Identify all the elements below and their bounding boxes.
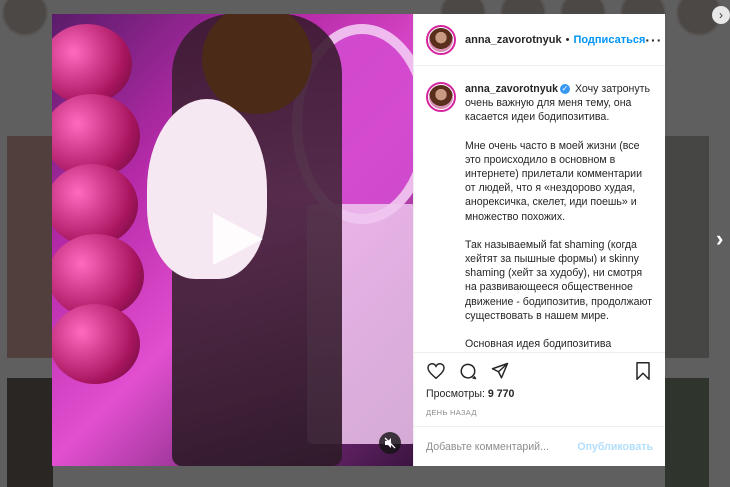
caption-username[interactable]: anna_zavorotnyuk	[465, 83, 558, 95]
action-bar	[414, 352, 665, 388]
comment-input[interactable]	[426, 440, 578, 453]
publish-button[interactable]: Опубликовать	[577, 441, 653, 453]
follow-button[interactable]: Подписаться	[573, 34, 645, 46]
views-number: 9 770	[487, 388, 515, 400]
avatar[interactable]	[426, 82, 456, 112]
caption-paragraph: Так называемый fat shaming (когда хейтят…	[465, 238, 653, 322]
comment-icon[interactable]	[458, 361, 478, 381]
username-link[interactable]: anna_zavorotnyuk	[465, 34, 562, 46]
more-options-icon[interactable]: ···	[645, 32, 662, 48]
video-player[interactable]	[52, 14, 413, 466]
post-header: anna_zavorotnyuk • Подписаться ···	[414, 14, 665, 66]
heart-icon[interactable]	[426, 361, 446, 381]
play-icon[interactable]	[205, 213, 265, 265]
post-timestamp[interactable]: ДЕНЬ НАЗАД	[414, 404, 665, 426]
views-label: Просмотры:	[426, 388, 485, 400]
post-side-panel: anna_zavorotnyuk • Подписаться ··· anna_…	[413, 14, 665, 466]
views-count[interactable]: Просмотры: 9 770	[414, 388, 665, 404]
avatar[interactable]	[426, 24, 456, 55]
share-icon[interactable]	[490, 361, 510, 381]
comments-area[interactable]: anna_zavorotnyuk ✓ Хочу затронуть очень в…	[414, 66, 665, 352]
post-caption: anna_zavorotnyuk ✓ Хочу затронуть очень в…	[465, 82, 653, 352]
video-frame-detail	[52, 304, 140, 384]
separator-dot: •	[565, 33, 570, 46]
post-modal: anna_zavorotnyuk • Подписаться ··· anna_…	[52, 14, 665, 466]
stories-next-icon[interactable]: ›	[712, 6, 730, 24]
bookmark-icon[interactable]	[633, 361, 653, 381]
muted-speaker-icon[interactable]	[379, 432, 401, 454]
add-comment-bar: Опубликовать	[414, 426, 665, 466]
verified-badge-icon: ✓	[560, 84, 571, 95]
next-post-icon[interactable]: ›	[716, 226, 723, 252]
caption-paragraph: Основная идея бодипозитива	[465, 338, 612, 351]
caption-paragraph: Мне очень часто в моей жизни (все это пр…	[465, 139, 643, 223]
